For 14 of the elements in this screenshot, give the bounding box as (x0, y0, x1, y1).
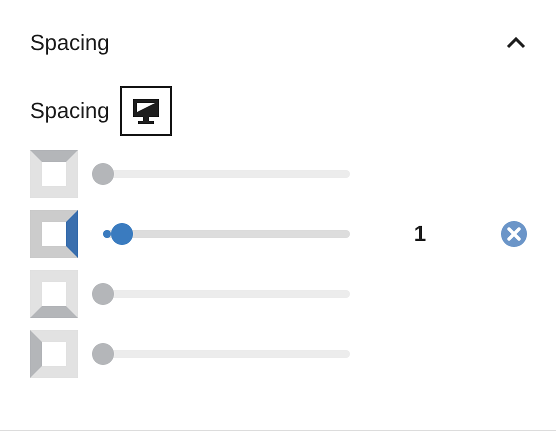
slider[interactable] (92, 163, 350, 185)
slider-thumb[interactable] (92, 163, 114, 185)
value-text: 1 (412, 221, 428, 247)
slider-thumb[interactable] (92, 283, 114, 305)
padding-side-icon[interactable] (30, 210, 78, 258)
desktop-device-button[interactable] (120, 86, 172, 136)
panel-title: Spacing (30, 30, 110, 56)
control-label: Spacing (30, 98, 110, 124)
desktop-icon (130, 96, 161, 126)
slider[interactable] (92, 283, 350, 305)
slider-thumb[interactable] (110, 223, 133, 245)
slider[interactable] (92, 343, 350, 365)
clear-icon[interactable] (500, 220, 528, 248)
slider-thumb[interactable] (92, 343, 114, 365)
